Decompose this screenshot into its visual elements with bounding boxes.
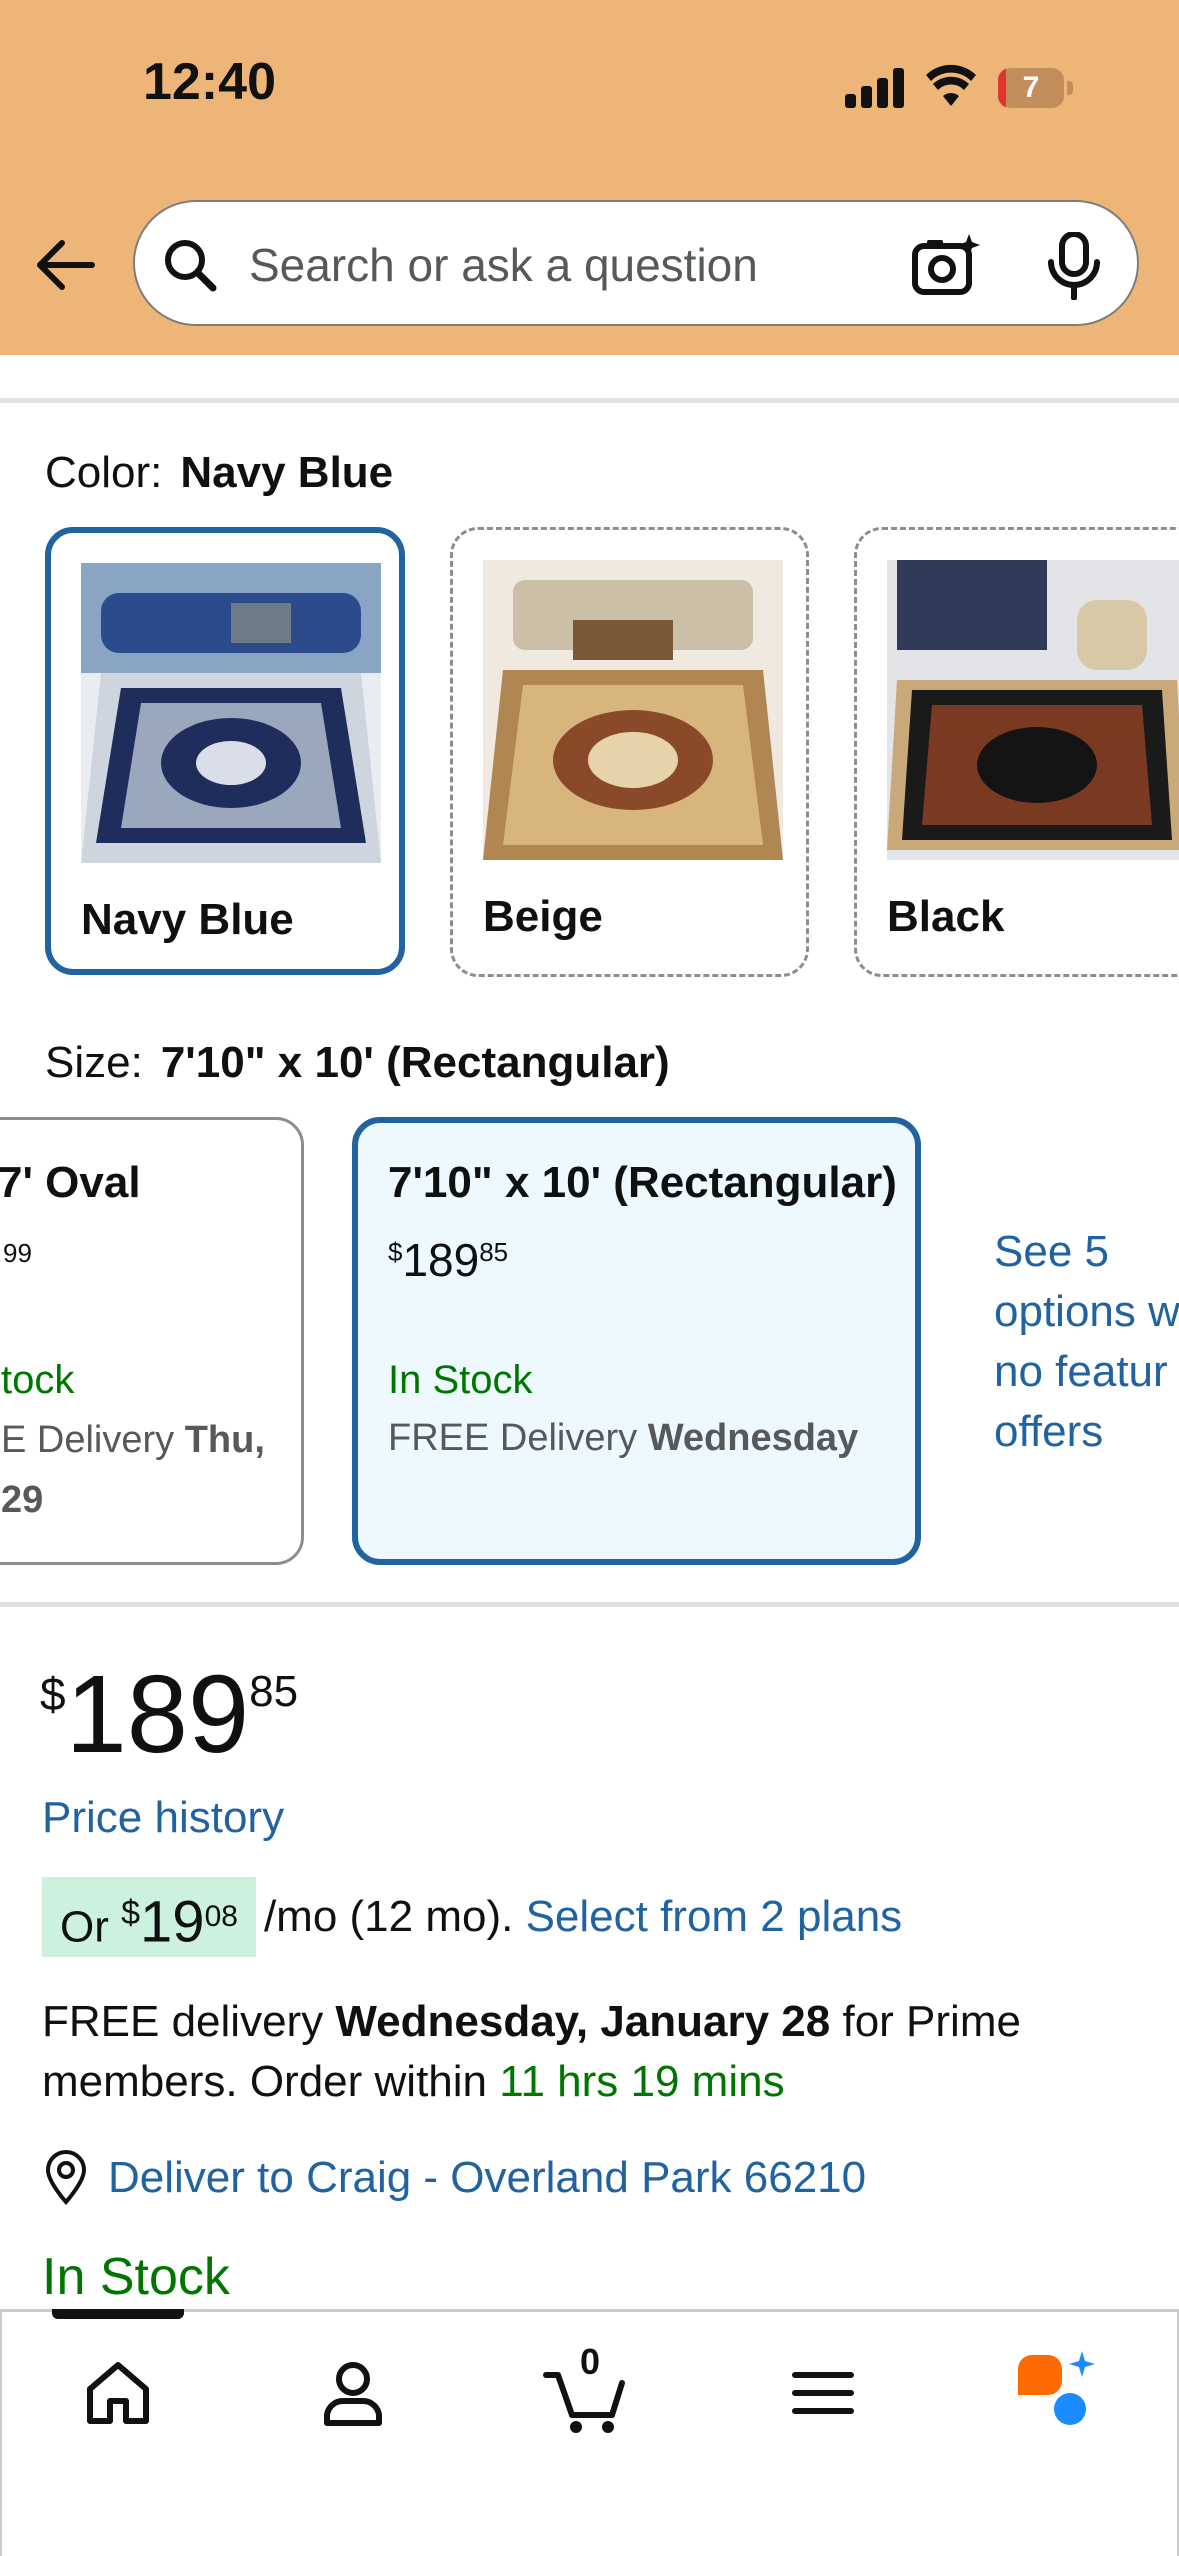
- size-option-title: 7' Oval: [0, 1158, 141, 1207]
- delivery-countdown: 11 hrs 19 mins: [499, 2057, 785, 2106]
- size-option-price: 99: [3, 1238, 32, 1268]
- price-history-link[interactable]: Price history: [42, 1793, 284, 1843]
- color-swatch-beige[interactable]: Beige: [450, 527, 809, 977]
- status-time: 12:40: [143, 53, 276, 111]
- rug-image-beige: [483, 560, 783, 860]
- location-pin-icon: [45, 2150, 87, 2205]
- color-selected-value: Navy Blue: [180, 448, 394, 497]
- color-swatch-black[interactable]: Black: [854, 527, 1179, 977]
- camera-search-icon[interactable]: [911, 232, 981, 298]
- product-price: $18985: [40, 1653, 299, 1776]
- back-arrow-icon[interactable]: [30, 230, 100, 300]
- size-label: Size:: [45, 1038, 143, 1087]
- deliver-to-text: Deliver to Craig - Overland Park 66210: [108, 2153, 867, 2202]
- search-bar[interactable]: [133, 200, 1139, 326]
- size-option-delivery: E Delivery Thu, 29: [1, 1419, 265, 1521]
- color-swatch-navy-blue[interactable]: Navy Blue: [45, 527, 405, 975]
- microphone-icon[interactable]: [1045, 232, 1103, 300]
- section-divider: [0, 398, 1179, 403]
- home-icon[interactable]: [70, 2345, 166, 2441]
- size-selected-value: 7'10" x 10' (Rectangular): [160, 1038, 670, 1087]
- size-option-delivery: FREE Delivery Wednesday: [388, 1417, 859, 1459]
- account-icon[interactable]: [305, 2345, 401, 2441]
- search-icon: [165, 240, 217, 292]
- size-option-rectangular[interactable]: 7'10" x 10' (Rectangular) $18985 In Stoc…: [352, 1117, 921, 1565]
- wifi-icon: [926, 64, 976, 106]
- installment-terms: /mo (12 mo). Select from 2 plans: [263, 1892, 903, 1941]
- color-name: Beige: [483, 892, 603, 941]
- cellular-signal-icon: [845, 68, 905, 108]
- stock-status: In Stock: [42, 2248, 230, 2306]
- app-header: 12:40 7: [0, 0, 1179, 355]
- size-option-oval[interactable]: 7' Oval 99 tock E Delivery Thu, 29: [0, 1117, 304, 1565]
- color-name: Black: [887, 892, 1005, 941]
- battery-level: 7: [1022, 71, 1040, 104]
- see-options-line: options w: [994, 1287, 1179, 1336]
- battery-icon: 7: [998, 68, 1074, 108]
- see-more-options-link[interactable]: See 5 options w no featur offers: [994, 1222, 1179, 1462]
- search-input[interactable]: [247, 228, 951, 302]
- size-option-price: $18985: [388, 1234, 509, 1286]
- size-option-stock: In Stock: [388, 1358, 533, 1402]
- rug-image-black: [887, 560, 1179, 860]
- color-label-row: Color: Navy Blue: [45, 448, 393, 498]
- color-label: Color:: [45, 448, 163, 497]
- see-options-line: offers: [994, 1407, 1104, 1456]
- rug-image-navy-blue: [81, 563, 381, 863]
- active-tab-indicator: [52, 2309, 184, 2319]
- see-options-line: See 5: [994, 1227, 1109, 1276]
- section-divider: [0, 1602, 1179, 1607]
- installment-amount-chip: Or $1908: [42, 1877, 256, 1957]
- size-label-row: Size: 7'10" x 10' (Rectangular): [45, 1038, 670, 1088]
- cart-count-badge: 0: [580, 2341, 601, 2382]
- color-name: Navy Blue: [81, 895, 294, 944]
- size-option-stock: tock: [1, 1358, 75, 1402]
- see-options-line: no featur: [994, 1347, 1168, 1396]
- rufus-assistant-icon[interactable]: [1008, 2345, 1104, 2441]
- deliver-to-location[interactable]: Deliver to Craig - Overland Park 66210: [42, 2150, 866, 2216]
- select-plans-link[interactable]: Select from 2 plans: [526, 1892, 903, 1941]
- menu-icon[interactable]: [775, 2345, 871, 2441]
- installment-offer: Or $1908 /mo (12 mo). Select from 2 plan…: [42, 1877, 902, 1957]
- size-option-title: 7'10" x 10' (Rectangular): [388, 1158, 897, 1207]
- delivery-info: FREE delivery Wednesday, January 28 for …: [42, 1997, 1021, 2106]
